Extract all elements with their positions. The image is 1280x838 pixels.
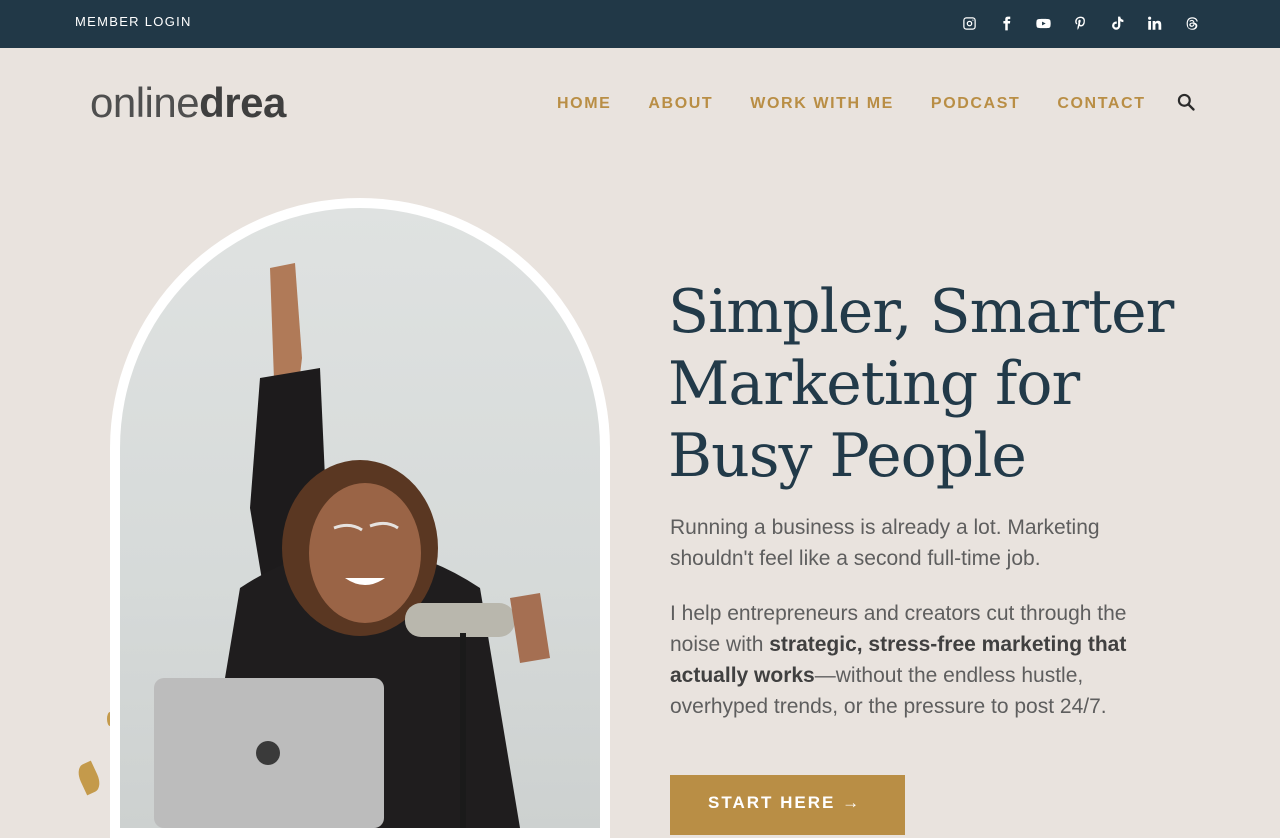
top-bar: MEMBER LOGIN [0, 0, 1280, 48]
hero-description: I help entrepreneurs and creators cut th… [670, 598, 1170, 722]
hero-intro-text: Running a business is already a lot. Mar… [670, 516, 1100, 570]
main-nav: HOME ABOUT WORK WITH ME PODCAST CONTACT [557, 95, 1146, 113]
site-logo[interactable]: onlinedrea [90, 78, 286, 128]
nav-podcast[interactable]: PODCAST [931, 95, 1020, 113]
nav-work-with-me[interactable]: WORK WITH ME [750, 95, 894, 113]
pinterest-icon[interactable] [1071, 14, 1089, 32]
hero-photo [120, 208, 600, 828]
site-header: onlinedrea HOME ABOUT WORK WITH ME PODCA… [0, 48, 1280, 158]
facebook-icon[interactable] [997, 14, 1015, 32]
logo-text-bold: drea [199, 79, 286, 126]
nav-about[interactable]: ABOUT [648, 95, 713, 113]
hero-title: Simpler, Smarter Marketing for Busy Peop… [668, 277, 1174, 491]
start-here-button[interactable]: START HERE → [670, 775, 905, 835]
social-links [960, 14, 1200, 32]
instagram-icon[interactable] [960, 14, 978, 32]
nav-contact[interactable]: CONTACT [1057, 95, 1145, 113]
search-icon[interactable] [1176, 92, 1196, 112]
linkedin-icon[interactable] [1145, 14, 1163, 32]
tiktok-icon[interactable] [1108, 14, 1126, 32]
hero-photo-illustration [154, 263, 550, 828]
member-login-link[interactable]: MEMBER LOGIN [75, 14, 192, 29]
threads-icon[interactable] [1182, 14, 1200, 32]
logo-text-light: online [90, 79, 200, 126]
youtube-icon[interactable] [1034, 14, 1052, 32]
leaf-decoration [74, 760, 104, 796]
nav-home[interactable]: HOME [557, 95, 611, 113]
